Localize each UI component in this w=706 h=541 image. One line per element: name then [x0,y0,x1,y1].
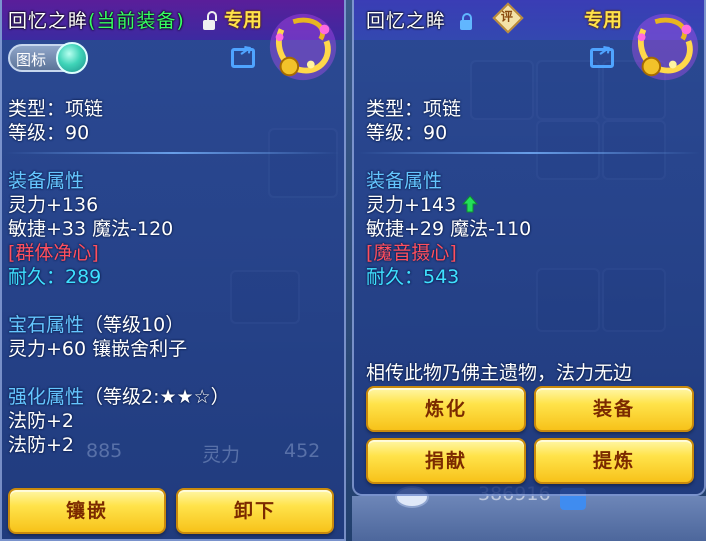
stat-line: 灵力+136 [8,194,99,216]
special-effect: [魔音摄心] [366,242,457,264]
stat-line: 敏捷+33 魔法-120 [8,218,174,240]
equipped-tag: (当前装备) [88,10,185,32]
unlocked-lock-icon[interactable] [203,11,217,30]
special-effect: [群体净心] [8,242,99,264]
item-level: 等级：90 [8,122,90,144]
locked-lock-icon[interactable] [460,13,472,30]
equip-button[interactable]: 装备 [534,386,694,432]
stat-line-text: 灵力+143 [366,194,457,216]
strengthen-effect: 法防+2 [8,434,75,456]
stat-line: 灵力+143 [366,190,479,217]
unequip-button[interactable]: 卸下 [176,488,334,534]
item-description: 相传此物乃佛主遗物，法力无边 [366,362,633,384]
rating-label: 评 [500,9,513,24]
strengthen-effect: 法防+2 [8,410,75,432]
necklace-icon [269,13,337,81]
item-level: 等级：90 [366,122,448,144]
current-equipment-panel: 回忆之眸(当前装备) 专用 图标 类型：项链 等级：90 装备属性 灵力+136… [0,0,346,541]
compare-item-panel: 回忆之眸 专用 类型：项链 等级：90 装备属性 灵力+143 敏捷+29 魔法… [352,0,706,496]
icon-toggle-label: 图标 [16,51,47,69]
exclusive-label: 专用 [224,9,263,31]
equip-attr-heading: 装备属性 [8,170,85,192]
item-type: 类型：项链 [366,98,462,120]
divider [6,152,340,154]
item-type: 类型：项链 [8,98,104,120]
item-title: 回忆之眸(当前装备) [8,6,185,33]
bg-stat-value: 885 [86,440,123,462]
gem-level: （等级10） [84,314,185,336]
share-icon[interactable] [231,48,255,68]
donate-button[interactable]: 捐献 [366,438,526,484]
icon-toggle-button[interactable]: 图标 [8,42,88,74]
durability: 耐久：289 [8,266,102,288]
stat-line: 敏捷+29 魔法-110 [366,218,532,240]
extract-button[interactable]: 提炼 [534,438,694,484]
divider [358,152,700,154]
upgrade-arrow-icon [462,195,479,213]
gem-attr-line: 宝石属性（等级10） [8,310,184,337]
strengthen-attr-line: 强化属性（等级2:★★☆） [8,382,230,409]
inlay-button[interactable]: 镶嵌 [8,488,166,534]
gem-effect: 灵力+60 镶嵌舍利子 [8,338,188,360]
necklace-icon [631,13,699,81]
durability: 耐久：543 [366,266,460,288]
strengthen-close: ） [210,386,230,408]
strengthen-level: （等级2: [84,386,160,408]
share-icon[interactable] [590,48,614,68]
gem-heading: 宝石属性 [8,314,85,336]
item-name: 回忆之眸 [8,10,89,32]
strengthen-stars: ★★☆ [159,386,211,408]
toggle-knob-icon [56,42,88,74]
exclusive-label: 专用 [584,9,623,31]
bg-stat-value: 452 [284,440,321,462]
bg-stat-label: 灵力 [202,444,241,466]
equip-attr-heading: 装备属性 [366,170,443,192]
strengthen-heading: 强化属性 [8,386,85,408]
item-name: 回忆之眸 [366,10,447,32]
refine-button[interactable]: 炼化 [366,386,526,432]
